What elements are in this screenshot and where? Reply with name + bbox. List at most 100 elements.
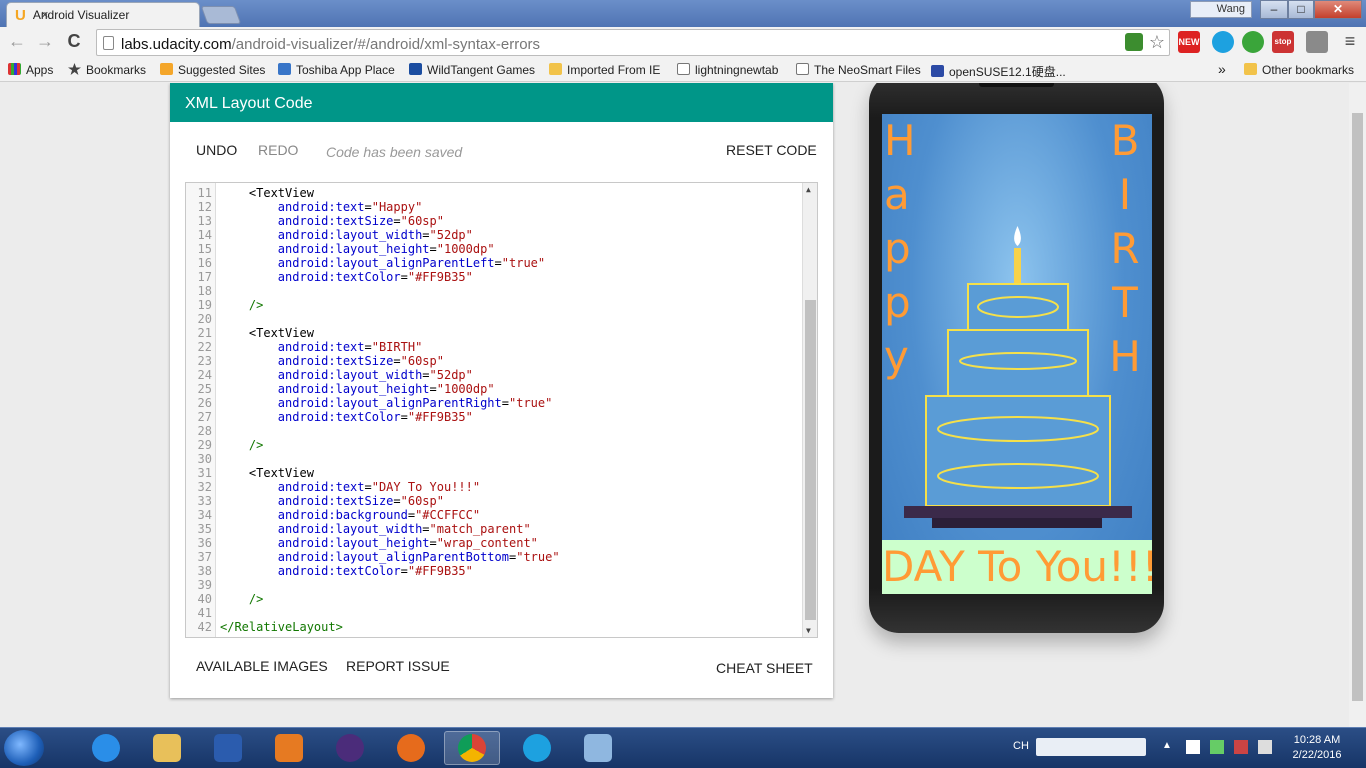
folder-icon xyxy=(549,63,562,75)
line-number: 28 xyxy=(197,424,212,438)
line-number: 20 xyxy=(197,312,212,326)
code-line: android:layout_alignParentBottom="true" xyxy=(277,550,560,564)
line-number: 39 xyxy=(197,578,212,592)
opensuse-icon xyxy=(931,65,944,77)
line-number: 22 xyxy=(197,340,212,354)
line-number: 12 xyxy=(197,200,212,214)
close-window-button[interactable]: ✕ xyxy=(1314,0,1362,19)
line-number: 14 xyxy=(197,228,212,242)
line-number: 38 xyxy=(197,564,212,578)
bookmark-lightningnewtab[interactable]: lightningnewtab xyxy=(677,63,778,77)
start-button[interactable] xyxy=(4,730,44,766)
code-line: <TextView xyxy=(220,186,314,200)
code-line: android:background="#CCFFCC" xyxy=(277,508,481,522)
code-line: android:text="BIRTH" xyxy=(277,340,423,354)
scroll-down-icon[interactable]: ▼ xyxy=(806,626,811,635)
bookmark-toshiba[interactable]: Toshiba App Place xyxy=(278,63,395,77)
bookmark-star-icon[interactable]: ☆ xyxy=(1149,32,1165,53)
reset-code-button[interactable]: RESET CODE xyxy=(726,142,817,158)
language-indicator[interactable]: CH xyxy=(1013,740,1029,752)
undo-button[interactable]: UNDO xyxy=(196,142,237,158)
new-tab-button[interactable] xyxy=(200,6,242,24)
tray-flag-icon[interactable] xyxy=(1234,740,1248,754)
bookmark-neosmart[interactable]: The NeoSmart Files xyxy=(796,63,921,77)
taskbar-word-icon[interactable] xyxy=(200,731,256,765)
url-host: labs.udacity.com xyxy=(121,36,232,53)
code-line: /> xyxy=(248,438,264,452)
shield-extension-icon[interactable] xyxy=(1125,33,1143,51)
eyedropper-extension-icon[interactable] xyxy=(1306,31,1328,53)
code-line: android:layout_height="wrap_content" xyxy=(277,536,538,550)
bookmark-bookmarks[interactable]: Bookmarks xyxy=(68,63,146,77)
window-title-bar: U Android Visualizer × Wang – □ ✕ xyxy=(0,0,1366,27)
taskbar-chrome-icon[interactable] xyxy=(444,731,500,765)
scroll-up-icon[interactable]: ▲ xyxy=(806,185,811,194)
taskbar-firefox-icon[interactable] xyxy=(383,731,439,765)
code-line: android:layout_height="1000dp" xyxy=(277,242,495,256)
back-icon[interactable]: ← xyxy=(5,31,29,52)
editor-scroll-thumb[interactable] xyxy=(805,300,816,620)
forward-icon[interactable]: → xyxy=(33,31,57,52)
report-issue-button[interactable]: REPORT ISSUE xyxy=(346,658,450,674)
taskbar-explorer-icon[interactable] xyxy=(139,731,195,765)
code-line: android:layout_width="52dp" xyxy=(277,228,473,242)
tray-volume-icon[interactable] xyxy=(1258,740,1272,754)
page-scrollbar[interactable] xyxy=(1349,83,1366,727)
code-editor[interactable]: 11 12 13 14 15 16 17 18 19 20 21 22 23 24 25 26 27 28 29 30… xyxy=(185,182,818,638)
line-number: 15 xyxy=(197,242,212,256)
taskbar-eclipse-icon[interactable] xyxy=(322,731,378,765)
bookmark-imported-ie[interactable]: Imported From IE xyxy=(549,63,660,77)
xml-layout-card: XML Layout Code UNDO REDO Code has been … xyxy=(170,83,833,698)
cheat-sheet-button[interactable]: CHEAT SHEET xyxy=(716,660,813,676)
bookmark-wildtangent[interactable]: WildTangent Games xyxy=(409,63,535,77)
editor-scrollbar[interactable]: ▲ ▼ xyxy=(802,183,817,637)
line-number: 35 xyxy=(197,522,212,536)
line-number: 40 xyxy=(197,592,212,606)
maximize-button[interactable]: □ xyxy=(1288,0,1314,19)
bookmark-apps[interactable]: Apps xyxy=(8,63,53,77)
bookmark-other[interactable]: Other bookmarks xyxy=(1244,63,1354,77)
code-line: android:textSize="60sp" xyxy=(277,214,444,228)
code-line: android:layout_width="52dp" xyxy=(277,368,473,382)
reload-icon[interactable]: C xyxy=(62,31,86,52)
adstop-extension-icon[interactable]: stop xyxy=(1272,31,1294,53)
green-extension-icon[interactable] xyxy=(1242,31,1264,53)
bookmark-suggested-sites[interactable]: Suggested Sites xyxy=(160,63,265,77)
taskbar-paint-icon[interactable] xyxy=(570,731,626,765)
line-number: 23 xyxy=(197,354,212,368)
apps-icon xyxy=(8,63,21,75)
tray-expand-icon[interactable]: ▲ xyxy=(1162,740,1172,751)
ime-toolbar[interactable] xyxy=(1036,738,1146,756)
line-number: 24 xyxy=(197,368,212,382)
taskbar-ie-icon[interactable] xyxy=(78,731,134,765)
taskbar-skype-icon[interactable] xyxy=(509,731,565,765)
tab-close-button[interactable]: × xyxy=(41,8,49,22)
udacity-logo-icon: U xyxy=(15,6,26,24)
minimize-button[interactable]: – xyxy=(1260,0,1288,19)
skype-extension-icon[interactable] xyxy=(1212,31,1234,53)
preview-left-text: Happy xyxy=(884,116,916,381)
bookmark-opensuse[interactable]: openSUSE12.1硬盘... xyxy=(931,63,1066,80)
system-clock[interactable]: 10:28 AM 2/22/2016 xyxy=(1282,733,1352,763)
line-number: 37 xyxy=(197,550,212,564)
code-line: android:text="DAY To You!!!" xyxy=(277,480,481,494)
save-status: Code has been saved xyxy=(326,144,463,160)
available-images-button[interactable]: AVAILABLE IMAGES xyxy=(196,658,328,674)
taskbar-media-icon[interactable] xyxy=(261,731,317,765)
line-number: 19 xyxy=(197,298,212,312)
bookmarks-overflow-button[interactable]: » xyxy=(1218,61,1226,77)
menu-icon[interactable]: ≡ xyxy=(1338,31,1362,52)
preview-right-text: BIRTH xyxy=(1109,116,1141,381)
tray-network-icon[interactable] xyxy=(1210,740,1224,754)
browser-tab[interactable]: U Android Visualizer × xyxy=(6,2,200,27)
tray-windows-icon[interactable] xyxy=(1186,740,1200,754)
code-line: android:layout_width="match_parent" xyxy=(277,522,531,536)
line-number: 42 xyxy=(197,620,212,634)
new-extension-icon[interactable]: NEW xyxy=(1178,31,1200,53)
toshiba-icon xyxy=(278,63,291,75)
page-scroll-thumb[interactable] xyxy=(1352,113,1363,701)
profile-button[interactable]: Wang xyxy=(1190,1,1252,18)
redo-button[interactable]: REDO xyxy=(258,142,298,158)
address-bar[interactable]: labs.udacity.com/android-visualizer/#/an… xyxy=(96,29,1170,56)
code-line: /> xyxy=(248,592,264,606)
